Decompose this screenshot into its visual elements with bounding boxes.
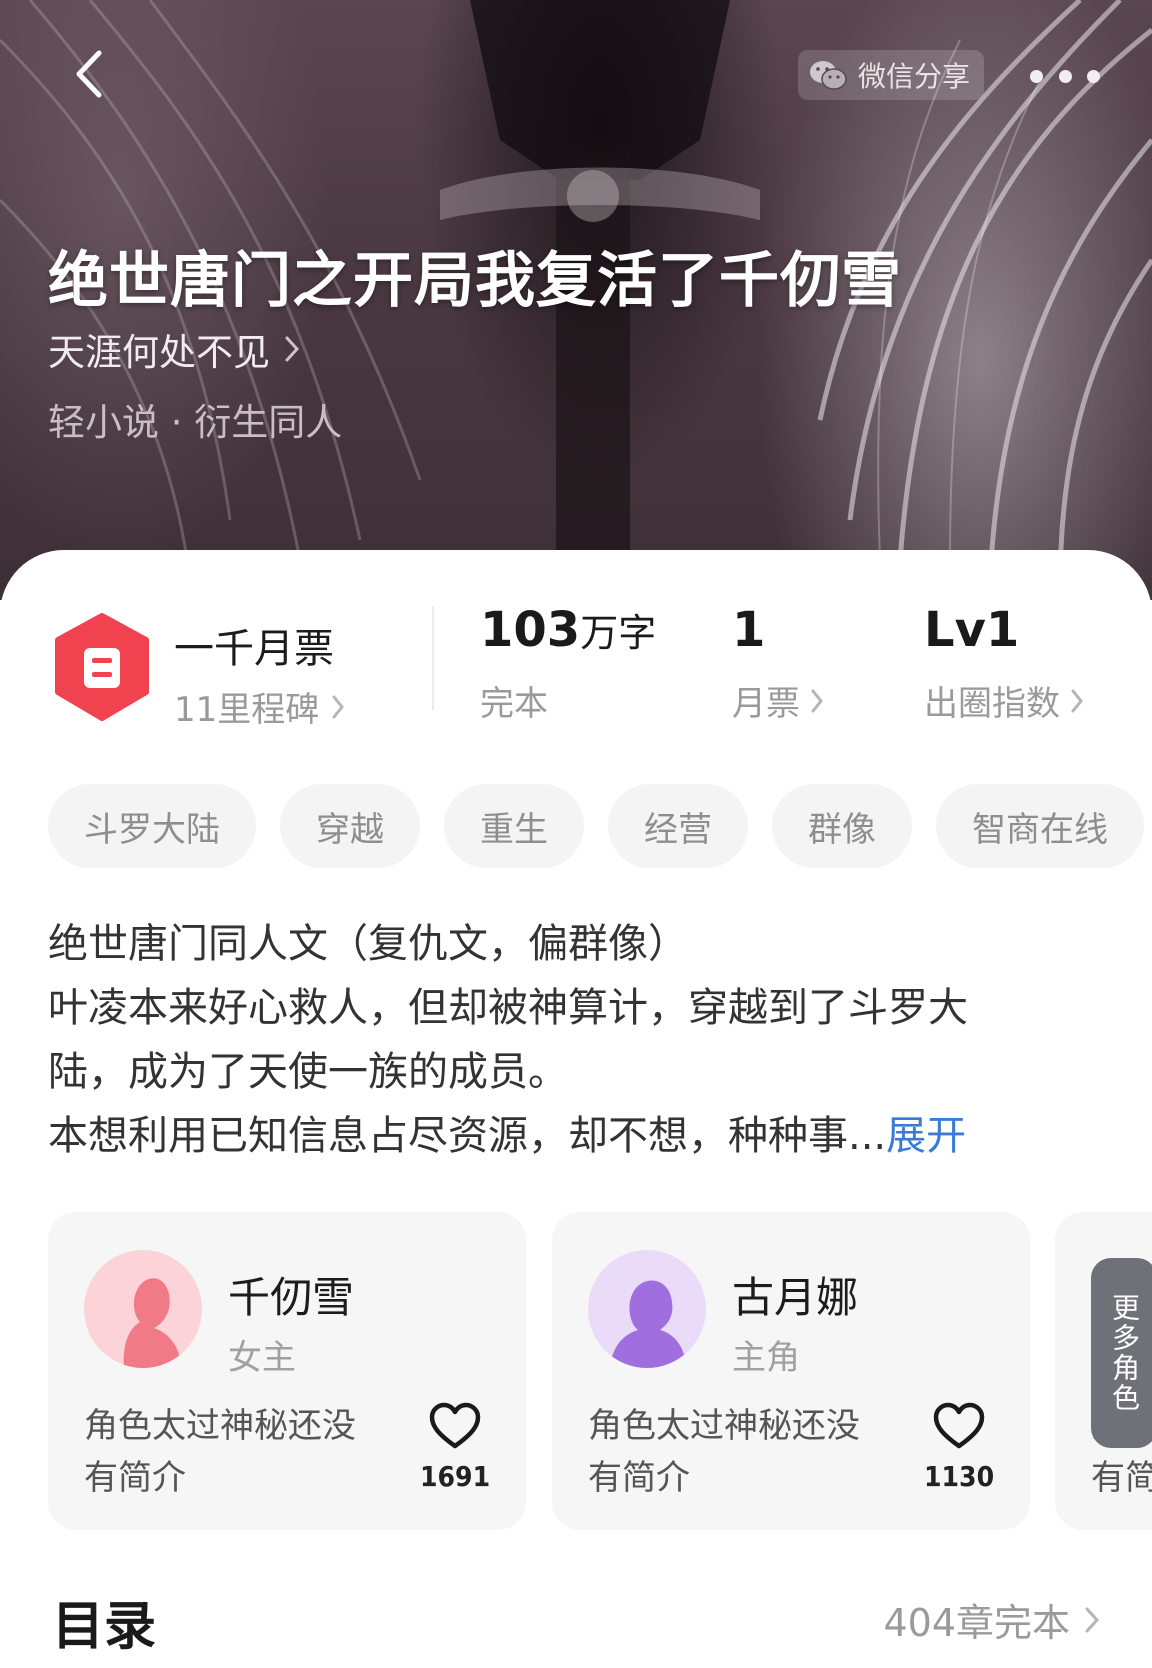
character-role: 主角 [732, 1338, 800, 1378]
tag-item[interactable]: 群像 [772, 784, 912, 868]
chevron-right-icon [332, 695, 345, 718]
chevron-right-icon [285, 336, 300, 362]
milestone-subtitle: 11里程碑 [174, 682, 345, 731]
character-avatar [588, 1250, 706, 1368]
character-intro: 角色太过神秘还没有简介 [84, 1406, 356, 1498]
tag-item[interactable]: 重生 [444, 784, 584, 868]
monthly-ticket-label: 月票 [732, 676, 824, 725]
toc-title: 目录 [52, 1597, 157, 1657]
stats-divider [432, 606, 434, 710]
milestone-title: 一千月票 [174, 626, 334, 672]
like-count: 1130 [924, 1460, 995, 1493]
chevron-right-icon [1085, 1607, 1100, 1632]
tag-list: 斗罗大陆 穿越 重生 经营 群像 智商在线 [48, 784, 1144, 868]
back-arrow-icon [76, 50, 102, 98]
more-dot [1087, 69, 1100, 83]
toc-link[interactable]: 404章完本 [883, 1592, 1100, 1647]
wechat-icon [810, 61, 847, 90]
like-button[interactable]: 1691 [420, 1402, 490, 1493]
book-description: 绝世唐门同人文（复仇文，偏群像） 叶凌本来好心救人，但却被神算计，穿越到了斗罗大… [48, 912, 1098, 1168]
tag-item[interactable]: 穿越 [280, 784, 420, 868]
chapter-count: 404章完本 [883, 1601, 1070, 1645]
character-avatar [84, 1250, 202, 1368]
more-dot [1058, 69, 1072, 83]
back-button[interactable] [60, 44, 116, 104]
milestone-link[interactable]: 一千月票 11里程碑 [174, 616, 345, 731]
monthly-ticket-value: 1 [732, 602, 766, 658]
popularity-index-value: Lv1 [924, 602, 1020, 658]
popularity-index-label: 出圈指数 [924, 676, 1084, 725]
character-card[interactable]: 千仞雪 女主 角色太过神秘还没有简介 1691 [48, 1212, 526, 1530]
share-label: 微信分享 [858, 60, 971, 93]
word-count-stat: 103万字 完本 [480, 606, 656, 725]
description-line: 陆，成为了天使一族的成员。 [48, 1049, 568, 1095]
character-intro: 角色太过神秘还没有简介 [588, 1406, 860, 1498]
tag-item[interactable]: 经营 [608, 784, 748, 868]
description-line: 绝世唐门同人文（复仇文，偏群像） [48, 921, 688, 967]
more-characters-card[interactable]: 角色有简 更多角色 [1055, 1212, 1152, 1530]
book-title: 绝世唐门之开局我复活了千仞雪 [48, 246, 902, 316]
tag-item[interactable]: 智商在线 [936, 784, 1144, 868]
author-name: 天涯何处不见 [48, 331, 270, 374]
monthly-ticket-stat[interactable]: 1 月票 [732, 606, 824, 725]
like-button[interactable]: 1130 [924, 1402, 994, 1493]
character-name: 古月娜 [732, 1273, 859, 1322]
author-link[interactable]: 天涯何处不见 [48, 322, 300, 376]
description-line: 本想利用已知信息占尽资源，却不想，种种事...展开 [48, 1113, 967, 1159]
heart-icon [429, 1402, 481, 1449]
description-line: 叶凌本来好心救人，但却被神算计，穿越到了斗罗大 [48, 985, 968, 1031]
more-button[interactable] [1030, 56, 1100, 96]
word-count-value: 103万字 [480, 602, 657, 658]
book-genre: 轻小说 · 衍生同人 [48, 401, 343, 444]
character-card[interactable]: 古月娜 主角 角色太过神秘还没有简介 1130 [552, 1212, 1030, 1530]
like-count: 1691 [420, 1460, 491, 1493]
monthly-ticket-icon [55, 613, 149, 721]
popularity-index-stat[interactable]: Lv1 出圈指数 [924, 606, 1084, 725]
expand-link[interactable]: 展开 [886, 1113, 966, 1159]
more-characters-label: 更多角色 [1091, 1258, 1152, 1448]
wechat-share-button[interactable]: 微信分享 [798, 50, 984, 100]
milestone-count: 11里程碑 [174, 690, 320, 730]
chevron-right-icon [811, 689, 823, 712]
heart-icon [933, 1402, 985, 1449]
completion-status: 完本 [480, 684, 548, 724]
tag-item[interactable]: 斗罗大陆 [48, 784, 256, 868]
chevron-right-icon [1071, 689, 1083, 712]
character-name: 千仞雪 [228, 1273, 355, 1322]
book-cover-banner: 微信分享 绝世唐门之开局我复活了千仞雪 天涯何处不见 轻小说 · 衍生同人 [0, 0, 1152, 600]
character-role: 女主 [228, 1338, 296, 1378]
more-dot [1030, 69, 1043, 83]
